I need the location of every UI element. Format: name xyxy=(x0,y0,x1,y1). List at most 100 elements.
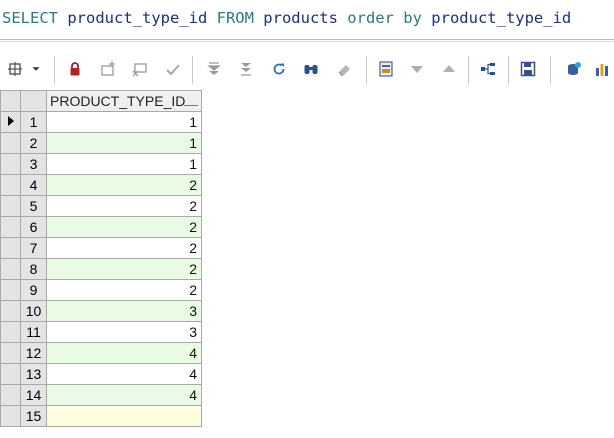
sql-keyword: order by xyxy=(347,9,422,27)
grid-settings-icon[interactable] xyxy=(4,58,26,80)
result-grid: PRODUCT_TYPE_ID 1 1 2 1 3 1 4 2 5 2 6 2 7 2 8 2 9 2 10 3 11 3… xyxy=(0,90,202,427)
toolbar-separator xyxy=(508,56,509,84)
toolbar-separator xyxy=(54,56,55,84)
single-record-view-icon[interactable] xyxy=(375,58,397,80)
cell-product-type-id[interactable]: 3 xyxy=(46,300,202,322)
row-number[interactable]: 9 xyxy=(20,279,47,301)
table-row[interactable]: 92 xyxy=(0,279,202,301)
cell-product-type-id[interactable]: 2 xyxy=(46,195,202,217)
delete-record-icon[interactable] xyxy=(129,58,151,80)
toolbar-separator xyxy=(550,56,551,84)
cell-product-type-id[interactable]: 1 xyxy=(46,153,202,175)
table-row[interactable]: 82 xyxy=(0,258,202,280)
grid-corner-cell xyxy=(0,90,21,112)
row-indicator-cell xyxy=(0,258,21,280)
row-number[interactable]: 3 xyxy=(20,153,47,175)
dropdown-arrow-icon[interactable] xyxy=(28,58,44,80)
row-indicator-cell xyxy=(0,153,21,175)
sql-identifier: product_type_id xyxy=(58,9,217,27)
row-number[interactable]: 13 xyxy=(20,363,47,385)
row-number[interactable]: 14 xyxy=(20,384,47,406)
row-number[interactable]: 1 xyxy=(20,111,47,133)
table-row[interactable]: 42 xyxy=(0,174,202,196)
export-database-icon[interactable] xyxy=(563,58,585,80)
table-row[interactable]: 62 xyxy=(0,216,202,238)
row-number[interactable]: 11 xyxy=(20,321,47,343)
table-row[interactable]: 21 xyxy=(0,132,202,154)
row-indicator-cell xyxy=(0,195,21,217)
table-row[interactable]: 13 4 xyxy=(0,363,202,385)
column-header-product-type-id[interactable]: PRODUCT_TYPE_ID xyxy=(46,90,202,112)
row-number[interactable]: 5 xyxy=(20,195,47,217)
cell-product-type-id[interactable]: 1 xyxy=(46,111,202,133)
cell-product-type-id[interactable]: 1 xyxy=(46,132,202,154)
cell-product-type-id[interactable]: 4 xyxy=(46,384,202,406)
row-indicator-cell xyxy=(0,216,21,238)
row-number[interactable]: 2 xyxy=(20,132,47,154)
sql-query-text: SELECT product_type_id FROM products ord… xyxy=(2,9,571,27)
save-disk-icon[interactable] xyxy=(517,58,539,80)
sql-identifier: product_type_id xyxy=(421,9,572,27)
cell-product-type-id[interactable] xyxy=(46,405,202,427)
grid-toolbar xyxy=(0,52,614,88)
row-indicator-cell xyxy=(0,132,21,154)
cell-product-type-id[interactable]: 2 xyxy=(46,258,202,280)
query-tree-icon[interactable] xyxy=(477,58,499,80)
table-row[interactable]: 72 xyxy=(0,237,202,259)
row-indicator-cell xyxy=(0,300,21,322)
row-number[interactable]: 10 xyxy=(20,300,47,322)
cell-product-type-id[interactable]: 2 xyxy=(46,216,202,238)
last-page-icon[interactable] xyxy=(235,58,257,80)
sql-editor-line[interactable]: SELECT product_type_id FROM products ord… xyxy=(0,0,614,36)
row-indicator-cell xyxy=(0,279,21,301)
table-row[interactable]: 52 xyxy=(0,195,202,217)
column-resize-handle[interactable] xyxy=(184,105,198,106)
table-row[interactable]: 11 3 xyxy=(0,321,202,343)
editor-divider-shadow xyxy=(0,41,614,42)
row-number[interactable]: 12 xyxy=(20,342,47,364)
editor-divider xyxy=(0,39,614,40)
table-row[interactable]: 12 4 xyxy=(0,342,202,364)
sort-down-icon[interactable] xyxy=(406,58,428,80)
row-number[interactable]: 8 xyxy=(20,258,47,280)
cell-product-type-id[interactable]: 2 xyxy=(46,174,202,196)
table-row[interactable]: 11 xyxy=(0,111,202,133)
sql-keyword: FROM xyxy=(216,9,254,27)
first-page-icon[interactable] xyxy=(203,58,225,80)
toolbar-separator xyxy=(468,56,469,84)
cell-product-type-id[interactable]: 2 xyxy=(46,279,202,301)
cell-product-type-id[interactable]: 2 xyxy=(46,237,202,259)
row-indicator-cell xyxy=(0,363,21,385)
row-indicator-cell xyxy=(0,321,21,343)
row-number-header xyxy=(20,90,47,112)
bar-chart-icon[interactable] xyxy=(591,58,613,80)
table-row[interactable]: 31 xyxy=(0,153,202,175)
clear-eraser-icon[interactable] xyxy=(334,58,356,80)
current-row-arrow-icon xyxy=(0,111,21,133)
cell-product-type-id[interactable]: 3 xyxy=(46,321,202,343)
refresh-icon[interactable] xyxy=(268,58,290,80)
table-row[interactable]: 15 xyxy=(0,405,202,427)
add-record-icon[interactable] xyxy=(97,58,119,80)
row-number[interactable]: 7 xyxy=(20,237,47,259)
column-header-label: PRODUCT_TYPE_ID xyxy=(50,93,186,109)
find-binoculars-icon[interactable] xyxy=(300,58,322,80)
row-number[interactable]: 6 xyxy=(20,216,47,238)
table-row[interactable]: 10 3 xyxy=(0,300,202,322)
cell-product-type-id[interactable]: 4 xyxy=(46,342,202,364)
toolbar-separator xyxy=(366,56,367,84)
sort-up-icon[interactable] xyxy=(438,58,460,80)
sql-keyword: SELECT xyxy=(2,9,58,27)
row-indicator-cell xyxy=(0,342,21,364)
lock-icon[interactable] xyxy=(64,58,86,80)
post-checkmark-icon[interactable] xyxy=(162,58,184,80)
cell-product-type-id[interactable]: 4 xyxy=(46,363,202,385)
row-indicator-cell xyxy=(0,384,21,406)
row-indicator-cell xyxy=(0,174,21,196)
toolbar-separator xyxy=(192,56,193,84)
row-number[interactable]: 4 xyxy=(20,174,47,196)
row-indicator-cell xyxy=(0,405,21,427)
row-number[interactable]: 15 xyxy=(20,405,47,427)
table-row[interactable]: 14 4 xyxy=(0,384,202,406)
row-indicator-cell xyxy=(0,237,21,259)
